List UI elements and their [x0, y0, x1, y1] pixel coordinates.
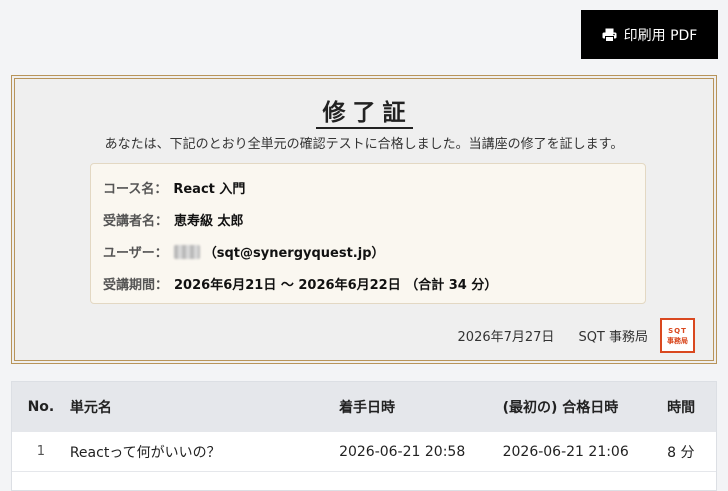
header-time: 時間 [667, 400, 696, 416]
user-email: （sqt@synergyquest.jp） [203, 246, 385, 261]
unit-results-table: No. 単元名 着手日時 (最初の) 合格日時 時間 1 Reactって何がいい… [11, 381, 717, 491]
certificate-info-box: コース名： React 入門 受講者名： 恵寿級 太郎 ユーザー： （sqt@s… [90, 163, 646, 304]
header-unit: 単元名 [69, 400, 112, 416]
row-start: 2026-06-21 20:58 [339, 443, 466, 460]
course-label: コース名： [103, 182, 168, 197]
trainee-row: 受講者名： 恵寿級 太郎 [103, 210, 244, 229]
header-no: No. [27, 399, 55, 415]
row-time: 8 分 [667, 444, 695, 461]
period-value: 2026年6月21日 〜 2026年6月22日 （合計 34 分） [174, 278, 498, 293]
seal-stamp-icon: SQT 事務局 [660, 318, 695, 353]
row-no: 1 [36, 444, 46, 459]
certificate-panel: 修了証 あなたは、下記のとおり全単元の確認テストに合格しました。当講座の修了を証… [11, 75, 717, 364]
print-pdf-label: 印刷用 PDF [623, 27, 698, 44]
course-row: コース名： React 入門 [103, 178, 245, 197]
period-row: 受講期間： 2026年6月21日 〜 2026年6月22日 （合計 34 分） [103, 274, 497, 293]
course-value: React 入門 [173, 182, 246, 197]
period-label: 受講期間： [103, 278, 169, 293]
row-passed: 2026-06-21 21:06 [502, 443, 629, 460]
redacted-username [173, 244, 200, 259]
certificate-footer: 2026年7月27日 SQT 事務局 SQT 事務局 [458, 318, 695, 353]
certificate-title: 修了証 [17, 93, 711, 129]
table-header: No. 単元名 着手日時 (最初の) 合格日時 時間 [12, 382, 716, 432]
row-unit: Reactって何がいいの？ [69, 444, 221, 461]
printer-icon [602, 28, 617, 42]
table-row: 1 Reactって何がいいの？ 2026-06-21 20:58 2026-06… [12, 432, 716, 472]
issuer-name: SQT 事務局 [578, 330, 648, 345]
issue-date: 2026年7月27日 [457, 330, 555, 345]
header-passed: (最初の) 合格日時 [502, 400, 619, 416]
trainee-label: 受講者名： [103, 214, 169, 229]
print-pdf-button[interactable]: 印刷用 PDF [581, 10, 718, 59]
certificate-intro: あなたは、下記のとおり全単元の確認テストに合格しました。当講座の修了を証します。 [104, 137, 624, 152]
user-label: ユーザー： [103, 246, 168, 261]
trainee-value: 恵寿級 太郎 [174, 214, 244, 229]
header-start: 着手日時 [339, 400, 396, 416]
user-row: ユーザー： （sqt@synergyquest.jp） [103, 242, 385, 261]
